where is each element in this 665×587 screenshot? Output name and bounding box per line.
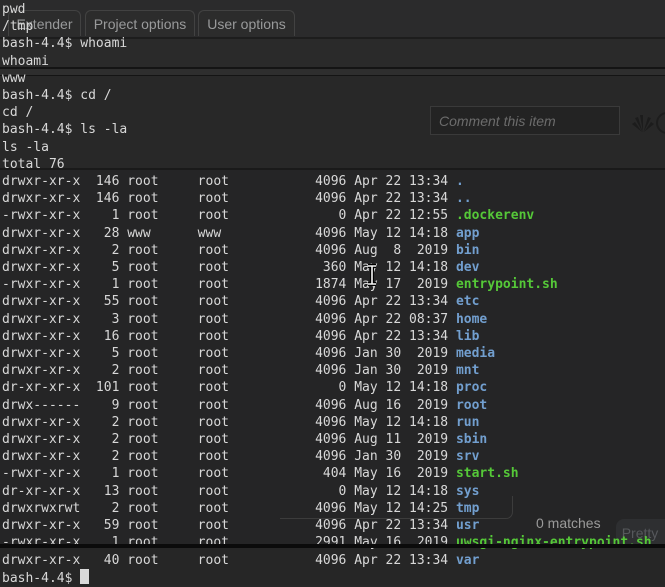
terminal-line: www (2, 70, 26, 86)
terminal-line: -rwxr-xr-x 1 root root 2991 May 16 2019 … (2, 535, 652, 550)
terminal-line: drwx------ 9 root root 4096 Aug 16 2019 … (2, 398, 487, 413)
file-meta: drwxr-xr-x 2 root root 4096 Aug 11 2019 (2, 432, 456, 448)
file-meta: drwxr-xr-x 146 root root 4096 Apr 22 13:… (2, 191, 456, 207)
terminal-line: drwxr-xr-x 2 root root 4096 Jan 30 2019 … (2, 449, 479, 464)
file-meta: drwxr-xr-x 40 root root 4096 Apr 22 13:3… (2, 552, 456, 568)
terminal-line: dr-xr-xr-x 13 root root 0 May 12 14:18 s… (2, 484, 479, 499)
file-name: start.sh (455, 466, 519, 482)
terminal-line: -rwxr-xr-x 1 root root 1874 May 17 2019 … (2, 277, 558, 292)
terminal-line: whoami (2, 53, 49, 69)
mouse-ibeam-cursor (366, 264, 378, 291)
terminal-line: drwxr-xr-x 5 root root 360 May 12 14:18 … (2, 260, 479, 275)
terminal-line: ls -la (2, 139, 49, 155)
terminal-line: drwxr-xr-x 146 root root 4096 Apr 22 13:… (2, 191, 472, 206)
file-meta: -rwxr-xr-x 1 root root 1874 May 17 2019 (2, 277, 456, 293)
file-name: media (455, 346, 496, 362)
terminal-line: drwxr-xr-x 16 root root 4096 Apr 22 13:3… (2, 329, 479, 344)
panel-separator-thick (0, 544, 665, 548)
file-name: sbin (455, 432, 488, 448)
file-name: .dockerenv (455, 208, 535, 224)
file-meta: drwxr-xr-x 2 root root 4096 Aug 8 2019 (2, 242, 456, 258)
file-name: dev (455, 260, 480, 276)
terminal-line: drwxr-xr-x 2 root root 4096 Jan 30 2019 … (2, 363, 479, 378)
terminal-line: drwxr-xr-x 55 root root 4096 Apr 22 13:3… (2, 294, 479, 309)
terminal-line: pwd (2, 2, 26, 17)
file-name: proc (455, 380, 488, 396)
file-name: srv (455, 449, 480, 465)
file-meta: dr-xr-xr-x 101 root root 0 May 12 14:18 (2, 380, 456, 396)
terminal-line: drwxr-xr-x 40 root root 4096 Apr 22 13:3… (2, 553, 479, 568)
terminal-line: -rwxr-xr-x 1 root root 0 Apr 22 12:55 .d… (2, 208, 534, 223)
file-name: home (455, 311, 488, 327)
file-name: entrypoint.sh (455, 277, 558, 293)
terminal-line: /tmp (2, 19, 34, 35)
terminal-line: total 76 (2, 156, 65, 172)
file-meta: drwxr-xr-x 146 root root 4096 Apr 22 13:… (2, 174, 456, 190)
file-name: var (455, 552, 480, 568)
terminal-line: bash-4.4$ (2, 568, 90, 586)
shell-prompt: bash-4.4$ (2, 570, 81, 586)
file-meta: -rwxr-xr-x 1 root root 2991 May 16 2019 (2, 535, 456, 551)
file-name: app (455, 225, 480, 241)
terminal-line: drwxr-xr-x 28 www www 4096 May 12 14:18 … (2, 226, 479, 241)
file-meta: drwxr-xr-x 5 root root 4096 Jan 30 2019 (2, 346, 456, 362)
file-meta: -rwxr-xr-x 1 root root 0 Apr 22 12:55 (2, 208, 456, 224)
terminal-line: drwxr-xr-x 59 root root 4096 Apr 22 13:3… (2, 518, 479, 533)
file-name: mnt (455, 363, 480, 379)
terminal-line: bash-4.4$ whoami (2, 36, 128, 52)
file-name: bin (455, 242, 480, 258)
terminal-line: drwxr-xr-x 2 root root 4096 May 12 14:18… (2, 415, 479, 430)
file-name: etc (455, 294, 480, 310)
file-meta: drwxr-xr-x 2 root root 4096 Jan 30 2019 (2, 449, 456, 465)
terminal-line: bash-4.4$ ls -la (2, 122, 128, 138)
file-meta: drwxr-xr-x 59 root root 4096 Apr 22 13:3… (2, 518, 456, 534)
file-meta: drwxr-xr-x 2 root root 4096 Jan 30 2019 (2, 363, 456, 379)
file-name: root (455, 397, 488, 413)
file-meta: -rwxr-xr-x 1 root root 404 May 16 2019 (2, 466, 456, 482)
terminal-line: drwxr-xr-x 5 root root 4096 Jan 30 2019 … (2, 346, 495, 361)
terminal-line: -rwxr-xr-x 1 root root 404 May 16 2019 s… (2, 466, 519, 481)
file-meta: drwxrwxrwt 2 root root 4096 May 12 14:25 (2, 500, 456, 516)
file-name: sys (455, 483, 480, 499)
file-meta: drwxr-xr-x 16 root root 4096 Apr 22 13:3… (2, 328, 456, 344)
file-meta: drwxr-xr-x 55 root root 4096 Apr 22 13:3… (2, 294, 456, 310)
terminal-line: drwxrwxrwt 2 root root 4096 May 12 14:25… (2, 501, 479, 516)
terminal-line: bash-4.4$ cd / (2, 88, 112, 104)
terminal-line: dr-xr-xr-x 101 root root 0 May 12 14:18 … (2, 380, 487, 395)
file-meta: drwxr-xr-x 5 root root 360 May 12 14:18 (2, 260, 456, 276)
file-name: . (455, 174, 464, 190)
file-name: .. (455, 191, 472, 207)
file-name: lib (455, 328, 480, 344)
terminal-output[interactable]: pwd /tmp bash-4.4$ whoami whoami www bas… (2, 1, 663, 587)
file-name: usr (455, 518, 480, 534)
terminal-line: drwxr-xr-x 2 root root 4096 Aug 8 2019 b… (2, 243, 479, 258)
file-meta: drwx------ 9 root root 4096 Aug 16 2019 (2, 397, 456, 413)
terminal-line: drwxr-xr-x 3 root root 4096 Apr 22 08:37… (2, 312, 487, 327)
file-meta: drwxr-xr-x 2 root root 4096 May 12 14:18 (2, 414, 456, 430)
file-meta: drwxr-xr-x 3 root root 4096 Apr 22 08:37 (2, 311, 456, 327)
file-meta: drwxr-xr-x 28 www www 4096 May 12 14:18 (2, 225, 456, 241)
file-name: tmp (455, 500, 480, 516)
terminal-cursor (80, 568, 90, 584)
terminal-line: drwxr-xr-x 146 root root 4096 Apr 22 13:… (2, 174, 464, 189)
file-meta: dr-xr-xr-x 13 root root 0 May 12 14:18 (2, 483, 456, 499)
terminal-line: cd / (2, 105, 34, 121)
file-name: uwsgi-nginx-entrypoint.sh (455, 535, 652, 551)
terminal-line: drwxr-xr-x 2 root root 4096 Aug 11 2019 … (2, 432, 487, 447)
file-name: run (455, 414, 480, 430)
